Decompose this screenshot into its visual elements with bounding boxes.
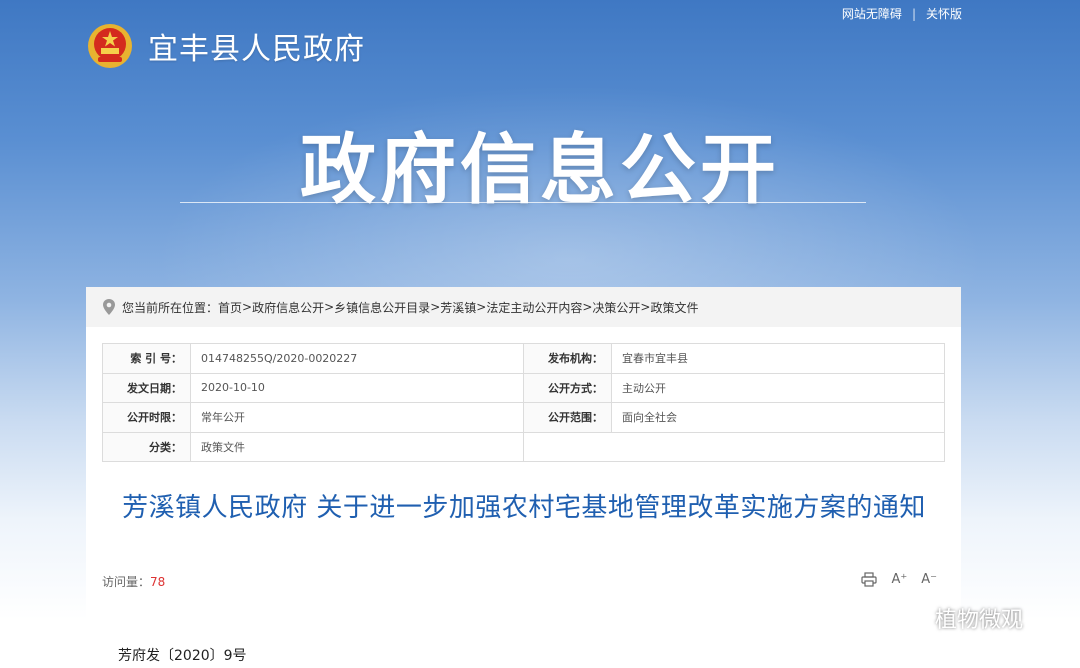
mode-value: 主动公开 xyxy=(611,372,945,403)
printer-icon xyxy=(861,572,878,587)
care-mode-link[interactable]: 关怀版 xyxy=(926,5,962,22)
table-row: 索 引 号： 014748255Q/2020-0020227 发布机构： 宜春市… xyxy=(102,343,945,374)
wechat-watermark: 植物微观 xyxy=(893,602,1023,634)
national-emblem-icon xyxy=(88,24,132,68)
views-label: 访问量： xyxy=(102,575,151,589)
site-logo[interactable]: 宜丰县人民政府 xyxy=(86,22,365,70)
breadcrumb-policy[interactable]: 政策文件 xyxy=(650,299,698,316)
accessibility-link[interactable]: 网站无障碍 xyxy=(842,5,902,22)
date-label: 发文日期： xyxy=(102,372,191,403)
scope-label: 公开范围： xyxy=(523,402,612,433)
breadcrumb-separator: > xyxy=(476,300,487,314)
topbar-separator: | xyxy=(911,6,916,21)
scope-value: 面向全社会 xyxy=(611,402,945,433)
index-value: 014748255Q/2020-0020227 xyxy=(190,343,524,374)
document-number: 芳府发〔2020〕9号 xyxy=(118,648,247,664)
top-links: 网站无障碍 | 关怀版 xyxy=(842,5,962,22)
content-panel: 您当前所在位置： 首页 > 政府信息公开 > 乡镇信息公开目录 > 芳溪镇 > … xyxy=(86,287,961,668)
print-button[interactable] xyxy=(861,572,878,587)
category-label: 分类： xyxy=(102,431,191,462)
period-value: 常年公开 xyxy=(190,402,524,433)
document-title: 芳溪镇人民政府 关于进一步加强农村宅基地管理改革实施方案的通知 xyxy=(122,493,926,523)
org-value: 宜春市宜丰县 xyxy=(611,343,945,374)
breadcrumb-town-catalog[interactable]: 乡镇信息公开目录 xyxy=(334,299,430,316)
breadcrumb-separator: > xyxy=(430,300,441,314)
org-label: 发布机构： xyxy=(523,343,612,374)
period-label: 公开时限： xyxy=(102,402,191,433)
breadcrumb-gov-info[interactable]: 政府信息公开 xyxy=(252,299,324,316)
index-label: 索 引 号： xyxy=(102,343,191,374)
date-value: 2020-10-10 xyxy=(190,372,524,403)
category-value: 政策文件 xyxy=(190,431,524,462)
breadcrumb: 您当前所在位置： 首页 > 政府信息公开 > 乡镇信息公开目录 > 芳溪镇 > … xyxy=(86,287,961,327)
wechat-icon xyxy=(894,606,925,630)
document-metadata-table: 索 引 号： 014748255Q/2020-0020227 发布机构： 宜春市… xyxy=(102,343,945,462)
table-row: 发文日期： 2020-10-10 公开方式： 主动公开 xyxy=(102,372,945,403)
breadcrumb-separator: > xyxy=(640,300,651,314)
mode-label: 公开方式： xyxy=(523,372,612,403)
site-title: 宜丰县人民政府 xyxy=(148,32,365,67)
view-count: 访问量：78 xyxy=(102,573,165,590)
table-row: 分类： 政策文件 xyxy=(102,431,945,462)
font-increase-button[interactable]: A⁺ xyxy=(891,572,907,587)
breadcrumb-separator: > xyxy=(324,300,335,314)
table-row: 公开时限： 常年公开 公开范围： 面向全社会 xyxy=(102,402,945,433)
article-tools: A⁺ A⁻ xyxy=(861,572,937,587)
watermark-text: 植物微观 xyxy=(935,608,1024,633)
breadcrumb-fangxi[interactable]: 芳溪镇 xyxy=(440,299,476,316)
breadcrumb-home[interactable]: 首页 xyxy=(218,299,242,316)
breadcrumb-separator: > xyxy=(242,300,253,314)
breadcrumb-decision[interactable]: 决策公开 xyxy=(592,299,640,316)
breadcrumb-separator: > xyxy=(582,300,593,314)
breadcrumb-statutory[interactable]: 法定主动公开内容 xyxy=(486,299,582,316)
empty-cell xyxy=(523,431,945,462)
breadcrumb-prefix: 您当前所在位置： xyxy=(122,300,219,315)
heading-underline xyxy=(180,202,866,203)
font-decrease-button[interactable]: A⁻ xyxy=(921,572,937,587)
location-pin-icon xyxy=(103,299,115,315)
views-number: 78 xyxy=(150,575,166,589)
